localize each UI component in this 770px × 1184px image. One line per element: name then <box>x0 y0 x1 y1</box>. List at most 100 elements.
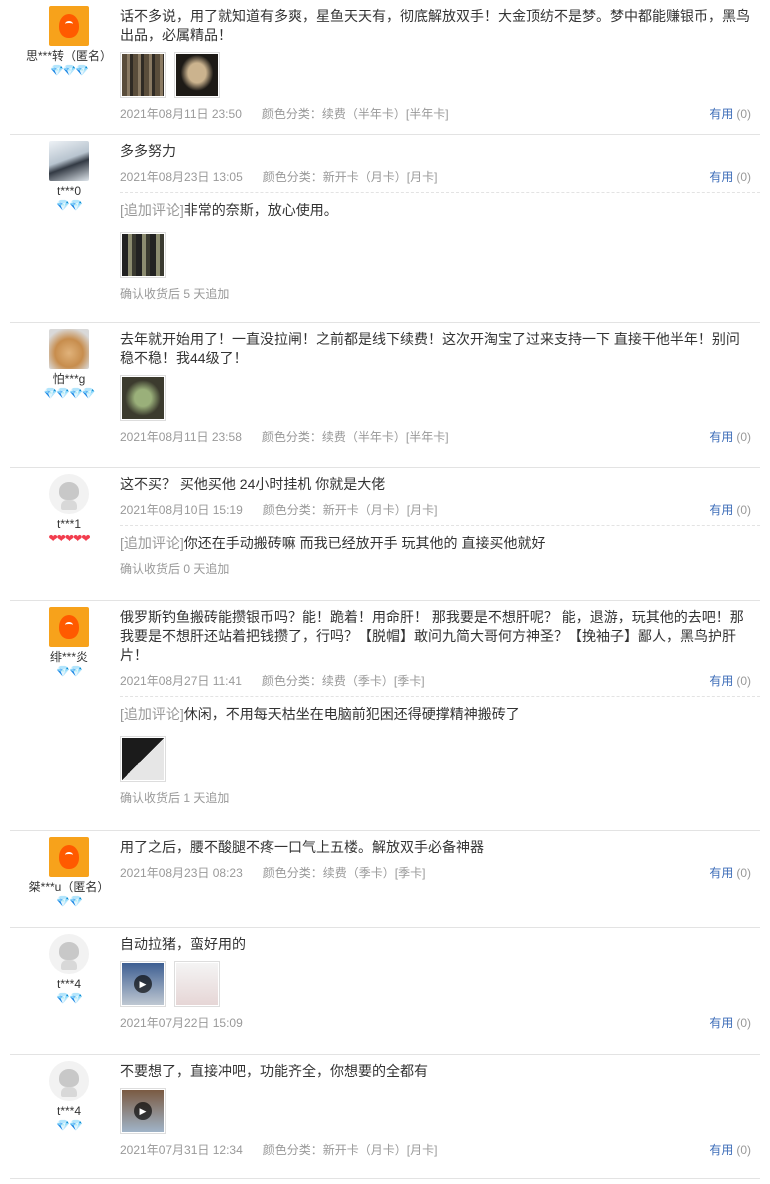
sku-info: 颜色分类：续费（半年卡）[半年卡] <box>261 107 449 121</box>
useful-count: (0) <box>736 107 751 121</box>
reviewer-info: t***4 💎💎 <box>10 1061 128 1133</box>
review-text: 用了之后，腰不酸腿不疼一口气上五楼。解放双手必备神器 <box>120 839 484 855</box>
review-images: ▶ <box>120 961 760 1007</box>
review-meta: 2021年07月22日 15:09 有用 (0) <box>120 1013 760 1033</box>
useful-button[interactable]: 有用 (0) <box>709 500 751 520</box>
useful-label[interactable]: 有用 <box>709 503 733 517</box>
append-text: 你还在手动搬砖嘛 而我已经放开手 玩其他的 直接买他就好 <box>183 535 546 551</box>
review-image-thumbnail[interactable] <box>120 52 166 98</box>
useful-label[interactable]: 有用 <box>709 866 733 880</box>
append-text: 非常的奈斯，放心使用。 <box>183 202 338 218</box>
reviewer-name: 思***转（匿名） <box>25 49 112 63</box>
sku-info: 颜色分类：续费（季卡）[季卡] <box>261 674 425 688</box>
useful-label[interactable]: 有用 <box>709 1016 733 1030</box>
review-image-thumbnail[interactable] <box>120 232 166 278</box>
avatar[interactable] <box>49 6 89 46</box>
review-text: 俄罗斯钓鱼搬砖能攒银币吗？能！跪着！用命肝！ 那我要是不想肝呢？ 能，退游，玩其… <box>120 609 744 663</box>
review-image-thumbnail[interactable] <box>174 961 220 1007</box>
reviewer-name: 怕***g <box>52 372 86 386</box>
sku-info: 颜色分类：新开卡（月卡）[月卡] <box>262 1143 438 1157</box>
reviewer-info: t***4 💎💎 <box>10 934 128 1006</box>
review-video-thumbnail[interactable]: ▶ <box>120 961 166 1007</box>
review-images: ▶ <box>120 1088 760 1134</box>
review-date: 2021年08月23日 08:23 <box>120 866 243 880</box>
reviewer-info: 绯***炎 💎💎 <box>10 607 128 679</box>
avatar[interactable] <box>49 607 89 647</box>
append-text-line: [追加评论]非常的奈斯，放心使用。 <box>120 201 750 220</box>
avatar[interactable] <box>49 474 89 514</box>
review-video-thumbnail[interactable]: ▶ <box>120 1088 166 1134</box>
reviewer-name: t***0 <box>56 184 82 198</box>
useful-label[interactable]: 有用 <box>709 674 733 688</box>
avatar[interactable] <box>49 934 89 974</box>
review-meta: 2021年08月10日 15:19 颜色分类：新开卡（月卡）[月卡] 有用 (0) <box>120 500 760 520</box>
append-review: [追加评论]非常的奈斯，放心使用。确认收货后 5 天追加 <box>120 192 760 302</box>
review-meta: 2021年08月23日 08:23 颜色分类：续费（季卡）[季卡] 有用 (0) <box>120 863 760 883</box>
useful-count: (0) <box>736 430 751 444</box>
review-date: 2021年08月27日 11:41 <box>120 674 242 688</box>
reviewer-name: t***4 <box>56 977 82 991</box>
review-content: 话不多说，用了就知道有多爽，星鱼天天有，彻底解放双手！大金顶纺不是梦。梦中都能赚… <box>120 0 760 134</box>
review-list: 思***转（匿名） 💎💎💎 话不多说，用了就知道有多爽，星鱼天天有，彻底解放双手！大… <box>0 0 770 1179</box>
review-text: 这不买？ 买他买他 24小时挂机 你就是大佬 <box>120 476 386 492</box>
append-text-line: [追加评论]你还在手动搬砖嘛 而我已经放开手 玩其他的 直接买他就好 <box>120 534 750 553</box>
review-meta: 2021年07月31日 12:34 颜色分类：新开卡（月卡）[月卡] 有用 (0) <box>120 1140 760 1160</box>
append-tag: [追加评论] <box>120 706 184 722</box>
review-meta: 2021年08月11日 23:58 颜色分类：续费（半年卡）[半年卡] 有用 (0) <box>120 427 760 447</box>
review-images <box>120 52 760 98</box>
useful-label[interactable]: 有用 <box>709 1143 733 1157</box>
review-text: 多多努力 <box>120 143 176 159</box>
review-date: 2021年07月22日 15:09 <box>120 1016 243 1030</box>
avatar[interactable] <box>49 837 89 877</box>
reviewer-name: t***4 <box>56 1104 82 1118</box>
append-time-tip: 确认收货后 5 天追加 <box>120 287 230 301</box>
review-item: t***1 ❤❤❤❤❤ 这不买？ 买他买他 24小时挂机 你就是大佬 2021年08月… <box>10 468 760 601</box>
review-images <box>120 232 750 278</box>
review-meta: 2021年08月27日 11:41 颜色分类：续费（季卡）[季卡] 有用 (0) <box>120 671 760 691</box>
append-time-tip: 确认收货后 0 天追加 <box>120 562 230 576</box>
review-content: 自动拉猪，蛮好用的 ▶ 2021年07月22日 15:09 有用 (0) <box>120 928 760 1043</box>
avatar[interactable] <box>49 141 89 181</box>
review-date: 2021年08月23日 13:05 <box>120 170 243 184</box>
sku-info: 颜色分类：续费（半年卡）[半年卡] <box>261 430 449 444</box>
review-date: 2021年07月31日 12:34 <box>120 1143 243 1157</box>
review-image-thumbnail[interactable] <box>120 375 166 421</box>
review-content: 不要想了，直接冲吧，功能齐全，你想要的全都有 ▶ 2021年07月31日 12:34… <box>120 1055 760 1170</box>
useful-label[interactable]: 有用 <box>709 430 733 444</box>
append-time-tip: 确认收货后 1 天追加 <box>120 791 230 805</box>
play-icon: ▶ <box>134 975 152 993</box>
review-image-thumbnail[interactable] <box>174 52 220 98</box>
review-date: 2021年08月11日 23:58 <box>120 430 242 444</box>
useful-button[interactable]: 有用 (0) <box>709 1140 751 1160</box>
credit-diamond-icon: 💎💎 <box>56 666 82 678</box>
useful-button[interactable]: 有用 (0) <box>709 863 751 883</box>
useful-button[interactable]: 有用 (0) <box>709 167 751 187</box>
useful-button[interactable]: 有用 (0) <box>709 1013 751 1033</box>
review-content: 多多努力 2021年08月23日 13:05 颜色分类：新开卡（月卡）[月卡] 有用(… <box>120 135 760 312</box>
review-text: 去年就开始用了！一直没拉闸！之前都是线下续费！这次开淘宝了过来支持一下 直接干他… <box>120 331 740 366</box>
useful-button[interactable]: 有用 (0) <box>709 427 751 447</box>
useful-button[interactable]: 有用 (0) <box>709 104 751 124</box>
useful-label[interactable]: 有用 <box>709 170 733 184</box>
avatar[interactable] <box>49 1061 89 1101</box>
review-meta: 2021年08月23日 13:05 颜色分类：新开卡（月卡）[月卡] 有用 (0) <box>120 167 760 187</box>
reviewer-info: t***0 💎💎 <box>10 141 128 213</box>
append-review: [追加评论]你还在手动搬砖嘛 而我已经放开手 玩其他的 直接买他就好确认收货后 … <box>120 525 760 577</box>
review-item: t***4 💎💎 不要想了，直接冲吧，功能齐全，你想要的全都有 ▶ 2021年07月31… <box>10 1055 760 1179</box>
credit-diamond-icon: 💎💎 <box>56 1120 82 1132</box>
append-text-line: [追加评论]休闲，不用每天枯坐在电脑前犯困还得硬撑精神搬砖了 <box>120 705 750 724</box>
reviewer-name: 桀***u（匿名） <box>28 880 110 894</box>
useful-label[interactable]: 有用 <box>709 107 733 121</box>
useful-button[interactable]: 有用 (0) <box>709 671 751 691</box>
reviewer-name: 绯***炎 <box>49 650 88 664</box>
review-item: t***0 💎💎 多多努力 2021年08月23日 13:05 颜色分类：新开卡（月卡）… <box>10 135 760 323</box>
avatar[interactable] <box>49 329 89 369</box>
sku-info: 颜色分类：新开卡（月卡）[月卡] <box>262 503 438 517</box>
reviewer-info: 思***转（匿名） 💎💎💎 <box>10 6 128 78</box>
review-image-thumbnail[interactable] <box>120 736 166 782</box>
